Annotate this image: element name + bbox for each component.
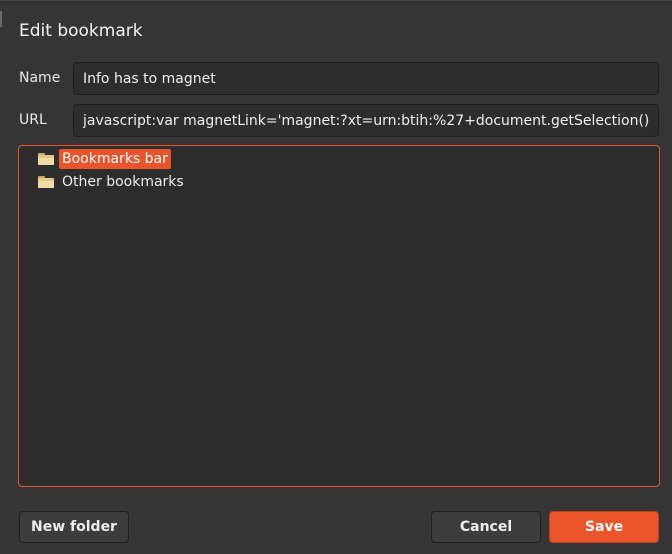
folder-icon (38, 153, 54, 165)
window-edge-marker (0, 11, 2, 27)
tree-item-bookmarks-bar[interactable]: Bookmarks bar (19, 148, 171, 170)
new-folder-button[interactable]: New folder (19, 511, 129, 543)
tree-item-label: Other bookmarks (62, 174, 184, 190)
name-input[interactable] (73, 62, 659, 95)
cancel-button[interactable]: Cancel (431, 511, 541, 543)
name-label: Name (19, 70, 61, 86)
url-input[interactable] (73, 104, 659, 137)
dialog-title: Edit bookmark (19, 21, 143, 41)
edit-bookmark-dialog: Edit bookmark Name URL Bookmarks bar Oth… (0, 0, 672, 554)
tree-item-other-bookmarks[interactable]: Other bookmarks (19, 171, 187, 193)
tree-item-label: Bookmarks bar (59, 149, 171, 169)
url-label: URL (19, 112, 47, 128)
save-button[interactable]: Save (549, 511, 659, 543)
folder-icon (38, 176, 54, 188)
folder-tree[interactable]: Bookmarks bar Other bookmarks (18, 145, 660, 487)
